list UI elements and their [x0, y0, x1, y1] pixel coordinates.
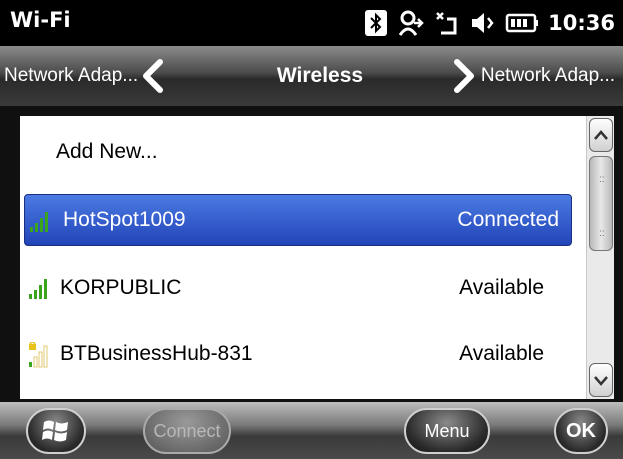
app-title: Wi-Fi: [10, 8, 71, 32]
clock[interactable]: 10:36: [548, 11, 615, 35]
nav-bar: Network Adap... Wireless Network Adap...: [0, 46, 623, 106]
bluetooth-icon[interactable]: [365, 10, 388, 36]
network-status: Available: [459, 276, 544, 299]
network-name: HotSpot1009: [63, 208, 186, 231]
secured-signal-icon: [29, 342, 48, 368]
add-new-label: Add New...: [56, 140, 158, 163]
network-row-hotspot1009[interactable]: HotSpot1009 Connected: [24, 194, 572, 246]
signal-strength-icon: [29, 279, 47, 299]
status-bar: Wi-Fi 10:36: [0, 0, 623, 46]
ok-button[interactable]: OK: [554, 408, 608, 454]
nav-next-label: Network Adap...: [480, 65, 615, 86]
signal-strength-icon: [30, 212, 48, 232]
network-status: Connected: [457, 208, 559, 231]
chevron-up-icon: [594, 130, 608, 140]
scroll-down-button[interactable]: [589, 363, 613, 397]
scrollbar[interactable]: :: ::: [586, 116, 614, 399]
bottom-bar: Connect Menu OK: [0, 402, 623, 459]
scroll-up-button[interactable]: [589, 118, 613, 152]
windows-logo-icon: [42, 420, 68, 442]
battery-icon[interactable]: [505, 12, 539, 34]
start-button[interactable]: [26, 408, 86, 454]
network-row-korpublic[interactable]: KORPUBLIC Available: [20, 262, 586, 314]
chevron-right-icon: [453, 59, 474, 93]
network-name: KORPUBLIC: [60, 276, 182, 299]
connect-button[interactable]: Connect: [143, 408, 231, 454]
chevron-down-icon: [594, 376, 608, 386]
connection-icon[interactable]: [396, 9, 424, 37]
page-title: Wireless: [276, 64, 364, 87]
network-status: Available: [459, 342, 544, 365]
nav-prev-label: Network Adap...: [4, 65, 139, 86]
menu-label: Menu: [424, 420, 470, 441]
network-name: BTBusinessHub-831: [60, 342, 253, 365]
nav-next-button[interactable]: Network Adap...: [447, 46, 623, 106]
status-icons: 10:36: [365, 6, 615, 40]
chevron-left-icon: [143, 59, 164, 93]
add-new-item[interactable]: Add New...: [20, 126, 586, 178]
nav-prev-button[interactable]: Network Adap...: [0, 46, 168, 106]
network-list: Add New... HotSpot1009 Connected KORPUBL…: [20, 116, 586, 399]
ok-label: OK: [566, 419, 596, 442]
volume-icon[interactable]: [470, 10, 496, 36]
network-list-frame: Add New... HotSpot1009 Connected KORPUBL…: [0, 106, 623, 402]
connect-label: Connect: [153, 420, 221, 441]
scroll-thumb[interactable]: :: ::: [589, 156, 613, 251]
network-row-btbusinesshub[interactable]: BTBusinessHub-831 Available: [20, 328, 586, 380]
sync-icon[interactable]: [433, 9, 461, 37]
menu-button[interactable]: Menu: [404, 408, 490, 454]
